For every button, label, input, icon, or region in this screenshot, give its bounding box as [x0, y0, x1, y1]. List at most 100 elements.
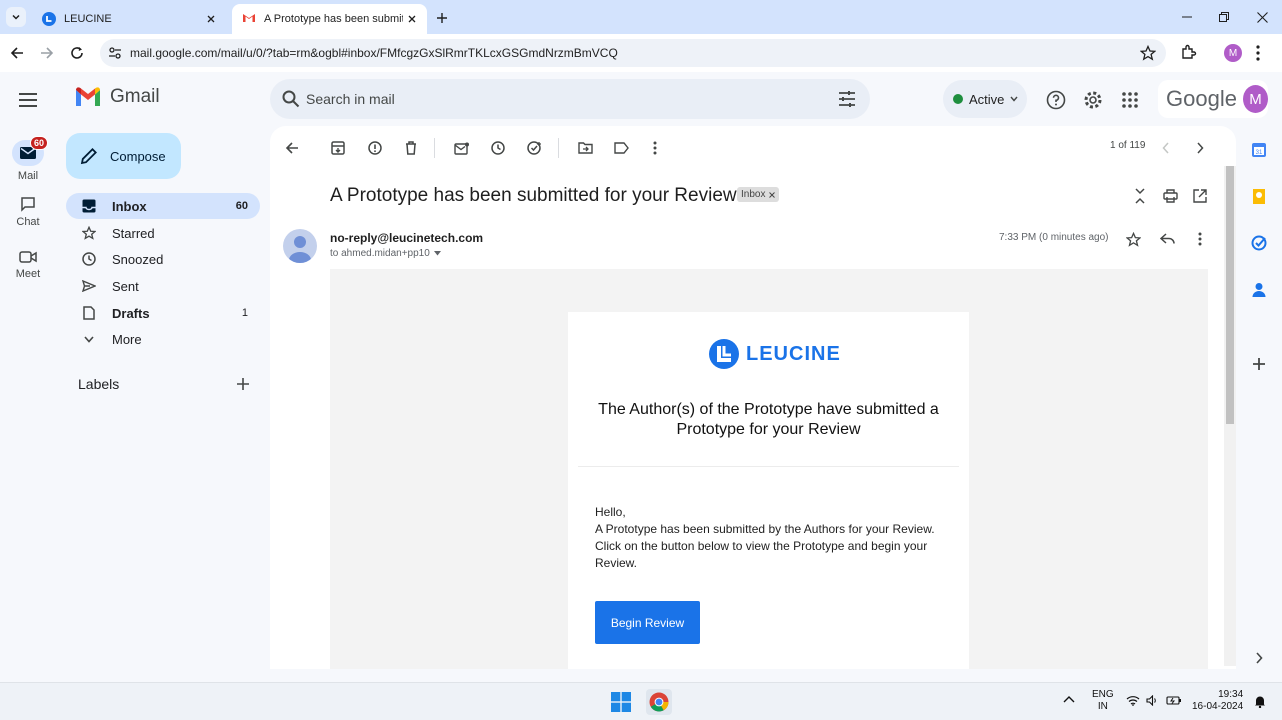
google-apps-button[interactable]	[1119, 89, 1141, 111]
unread-badge: 60	[30, 136, 49, 150]
reply-icon	[1159, 233, 1175, 244]
pencil-icon	[80, 148, 97, 165]
tab-search-button[interactable]	[6, 7, 26, 27]
new-tab-button[interactable]	[432, 8, 452, 28]
browser-tab-leucine[interactable]: LEUCINE	[32, 4, 226, 34]
restore-button[interactable]	[1213, 6, 1235, 28]
tasks-app-button[interactable]	[1249, 233, 1269, 253]
close-window-button[interactable]	[1251, 6, 1273, 28]
chevron-left-icon	[1162, 142, 1169, 154]
newer-button[interactable]	[1156, 138, 1176, 158]
rail-meet[interactable]: Meet	[0, 250, 56, 280]
message-more-button[interactable]	[1190, 229, 1210, 249]
sidebar-item-inbox[interactable]: Inbox 60	[66, 193, 260, 219]
browser-menu-icon[interactable]	[1256, 45, 1260, 61]
chrome-taskbar-icon[interactable]	[646, 689, 672, 715]
move-to-button[interactable]	[575, 138, 595, 158]
reload-button[interactable]	[67, 43, 87, 63]
nav-count: 1	[241, 307, 248, 319]
sidebar-item-snoozed[interactable]: Snoozed	[66, 246, 260, 272]
status-selector[interactable]: Active	[943, 80, 1027, 118]
contacts-app-button[interactable]	[1249, 280, 1269, 300]
show-side-panel-button[interactable]	[1249, 648, 1269, 668]
os-taskbar: ENG IN 19:34 16-04-2024	[0, 682, 1282, 720]
more-actions-button[interactable]	[645, 138, 665, 158]
rail-label: Meet	[15, 268, 41, 280]
mark-unread-button[interactable]	[451, 138, 471, 158]
collapse-all-button[interactable]	[1130, 186, 1150, 206]
windows-start-icon[interactable]	[611, 692, 631, 712]
show-hidden-icons-icon[interactable]	[1063, 695, 1075, 703]
message-time: 7:33 PM (0 minutes ago)	[999, 232, 1109, 243]
older-button[interactable]	[1190, 138, 1210, 158]
reply-button[interactable]	[1157, 229, 1177, 249]
extensions-puzzle-icon[interactable]	[1180, 43, 1198, 61]
browser-tab-gmail[interactable]: A Prototype has been submitte	[232, 4, 427, 34]
print-button[interactable]	[1160, 186, 1180, 206]
avatar[interactable]: M	[1242, 85, 1268, 113]
sidebar-item-sent[interactable]: Sent	[66, 273, 260, 299]
back-to-inbox-button[interactable]	[282, 138, 302, 158]
rail-label: Mail	[17, 170, 39, 182]
gmail-wordmark: Gmail	[110, 86, 160, 107]
rail-mail[interactable]: 60 Mail	[0, 136, 56, 182]
archive-button[interactable]	[328, 138, 348, 158]
add-label-icon[interactable]	[236, 377, 250, 391]
lang-region: IN	[1097, 701, 1108, 712]
address-bar[interactable]: mail.google.com/mail/u/0/?tab=rm&ogbl#in…	[100, 39, 1166, 67]
add-to-tasks-button[interactable]	[525, 138, 545, 158]
search-bar[interactable]: Search in mail	[270, 79, 870, 119]
snooze-button[interactable]	[488, 138, 508, 158]
sidebar-item-starred[interactable]: Starred	[66, 220, 260, 246]
chevron-down-icon	[80, 335, 98, 343]
main-menu-button[interactable]	[16, 88, 40, 112]
printer-icon	[1162, 189, 1178, 203]
sidebar-item-drafts[interactable]: Drafts 1	[66, 300, 260, 326]
labels-button[interactable]	[611, 138, 631, 158]
browser-profile-avatar[interactable]: M	[1224, 44, 1242, 62]
support-button[interactable]	[1045, 89, 1067, 111]
inbox-label-chip[interactable]: Inbox	[737, 187, 780, 202]
google-account-button[interactable]: Google M	[1158, 80, 1268, 118]
rail-chat[interactable]: Chat	[0, 196, 56, 228]
trash-icon	[406, 141, 416, 155]
search-icon[interactable]	[282, 90, 300, 108]
get-addons-button[interactable]	[1249, 354, 1269, 374]
site-info-icon[interactable]	[108, 46, 122, 60]
recipient-text: to ahmed.midan+pp10	[330, 248, 430, 259]
forward-button[interactable]	[37, 43, 57, 63]
wifi-icon[interactable]	[1126, 695, 1140, 706]
volume-icon[interactable]	[1146, 695, 1159, 706]
delete-button[interactable]	[401, 138, 421, 158]
recipient-line[interactable]: to ahmed.midan+pp10	[330, 248, 441, 259]
gmail-logo[interactable]: Gmail	[74, 86, 160, 108]
battery-icon[interactable]	[1166, 695, 1182, 706]
calendar-app-button[interactable]: 31	[1249, 140, 1269, 160]
sender-avatar[interactable]	[283, 229, 317, 263]
close-tab-icon[interactable]	[202, 10, 220, 28]
sender-email[interactable]: no-reply@leucinetech.com	[330, 231, 483, 245]
search-input[interactable]: Search in mail	[306, 91, 395, 107]
scrollbar-thumb[interactable]	[1226, 166, 1234, 424]
minimize-icon	[1182, 16, 1192, 18]
system-clock[interactable]: 19:34 16-04-2024	[1192, 689, 1243, 713]
message-view: 1 of 119 A Prototype has been submitted …	[270, 126, 1236, 669]
open-in-new-window-button[interactable]	[1190, 186, 1210, 206]
sidebar-item-more[interactable]: More	[66, 326, 260, 352]
mark-unread-icon	[453, 142, 469, 155]
keep-app-button[interactable]	[1249, 186, 1269, 206]
report-spam-button[interactable]	[365, 138, 385, 158]
search-options-icon[interactable]	[838, 90, 856, 108]
settings-button[interactable]	[1082, 89, 1104, 111]
back-button[interactable]	[7, 43, 27, 63]
browser-tab-strip: LEUCINE A Prototype has been submitte	[0, 0, 1282, 34]
notification-bell-icon[interactable]	[1254, 695, 1266, 708]
input-language[interactable]: ENG IN	[1092, 689, 1114, 713]
close-tab-icon[interactable]	[403, 10, 421, 28]
status-label: Active	[969, 91, 1005, 107]
minimize-button[interactable]	[1176, 6, 1198, 28]
star-message-button[interactable]	[1123, 229, 1143, 249]
bookmark-star-icon[interactable]	[1140, 45, 1156, 61]
compose-button[interactable]: Compose	[66, 133, 181, 179]
begin-review-button[interactable]: Begin Review	[595, 601, 700, 644]
